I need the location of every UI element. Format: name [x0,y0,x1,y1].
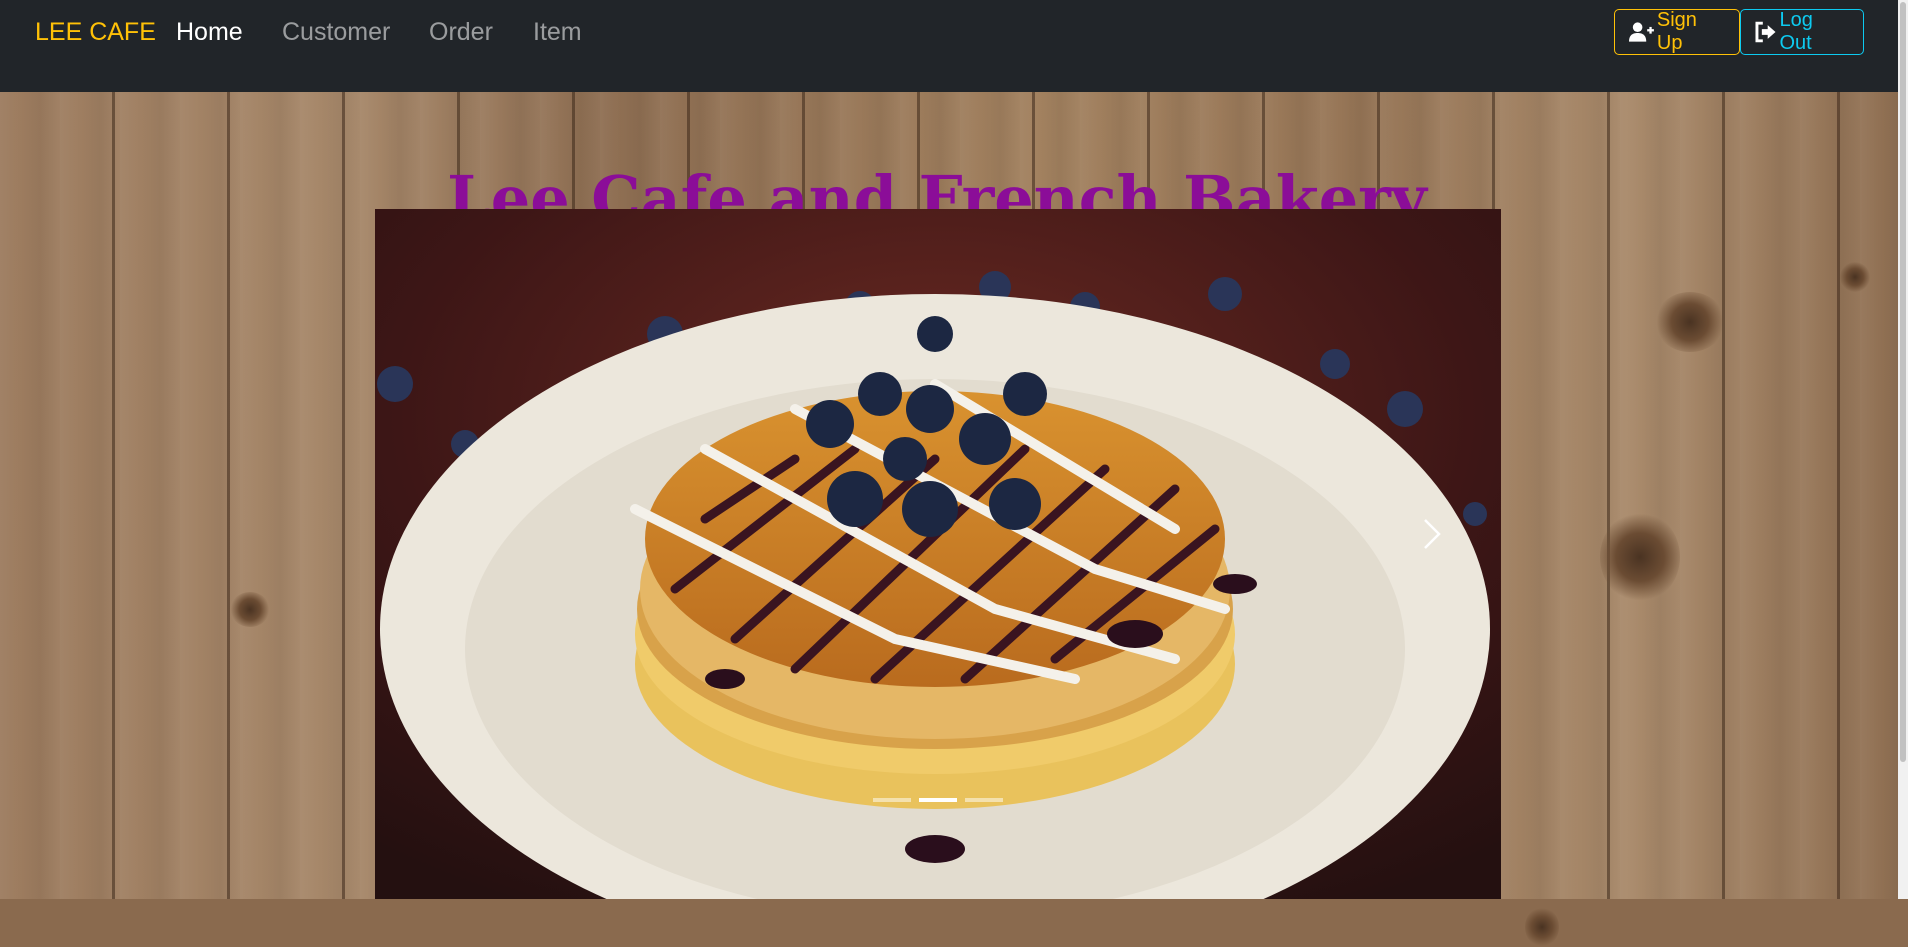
page-scrollbar[interactable] [1898,0,1908,899]
navbar: LEE CAFE Home Customer Order Item Sign U… [0,0,1898,92]
carousel-slide-pancakes [375,209,1501,899]
carousel-indicators [375,798,1501,802]
carousel-indicator[interactable] [965,798,1003,802]
carousel-indicator[interactable] [873,798,911,802]
scrollbar-thumb[interactable] [1900,2,1906,762]
brand-link[interactable]: LEE CAFE [35,18,156,47]
nav-link-order[interactable]: Order [429,18,493,47]
wood-knot [1600,512,1680,602]
carousel-indicator[interactable] [919,798,957,802]
log-out-label: Log Out [1779,9,1813,54]
wood-knot [1840,262,1870,292]
carousel-next-button[interactable] [1403,504,1463,564]
sign-up-button[interactable]: Sign Up [1614,9,1740,55]
pancake-image [375,209,1501,899]
nav-link-customer[interactable]: Customer [282,18,390,47]
user-plus-icon [1629,22,1654,42]
food-carousel[interactable] [375,209,1501,899]
wood-knot [230,592,270,627]
wood-knot [1655,292,1725,352]
nav-link-item[interactable]: Item [533,18,582,47]
chevron-right-icon [1424,519,1441,549]
sign-out-icon [1755,21,1776,43]
nav-link-home[interactable]: Home [176,18,243,47]
sign-up-label: Sign Up [1656,9,1697,54]
wood-knot [1525,907,1559,947]
log-out-button[interactable]: Log Out [1740,9,1864,55]
